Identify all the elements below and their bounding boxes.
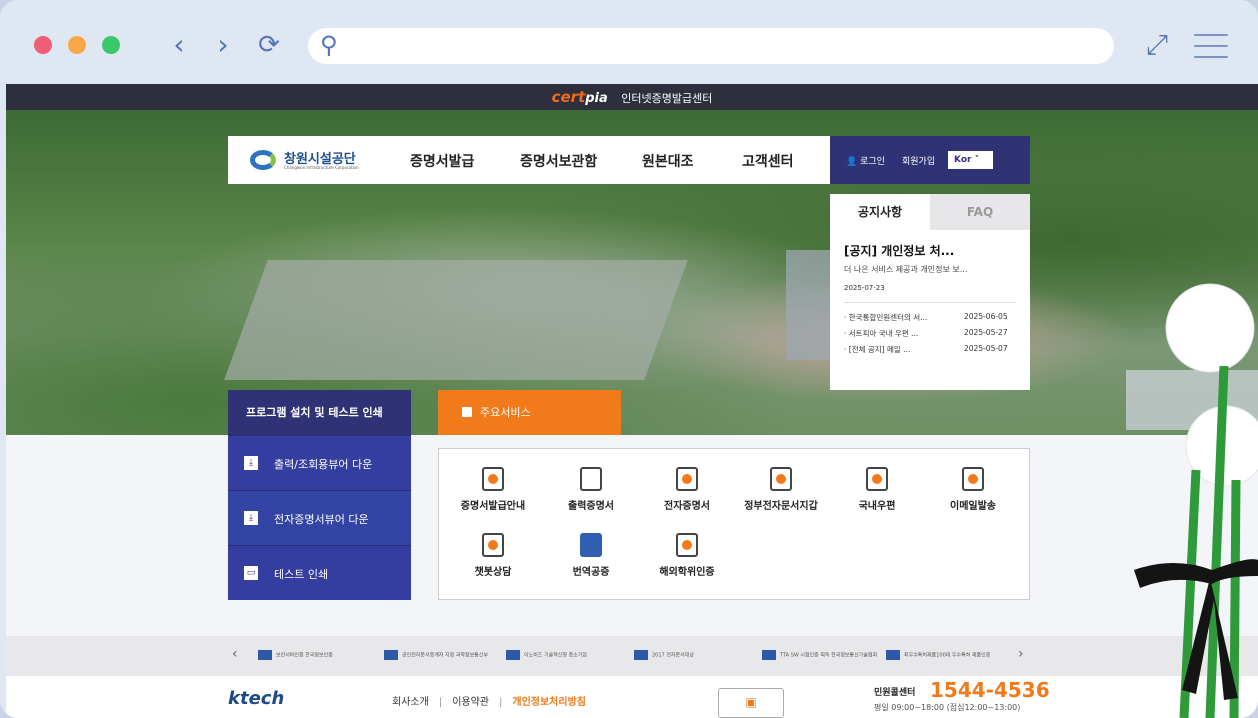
expand-icon[interactable]: ⤢ bbox=[1140, 28, 1174, 62]
translate-icon bbox=[580, 533, 602, 557]
partner-item: 이노비즈 기술혁신형 중소기업 bbox=[506, 650, 587, 660]
browser-window: ‹ › ⟳ ⚲ ⤢ certpia 인터넷증명발급센터 창원시설공단 Chang… bbox=[0, 0, 1258, 718]
service-issue-guide[interactable]: 증명서발급안내 bbox=[443, 467, 543, 512]
nav-item-issue[interactable]: 증명서발급 bbox=[410, 151, 474, 171]
call-center-hours: 평일 09:00~18:00 (점심12:00~13:00) bbox=[874, 703, 1021, 712]
printer-icon: ▭ bbox=[244, 566, 258, 580]
certpia-title: 인터넷증명발급센터 bbox=[621, 92, 713, 105]
forward-button[interactable]: › bbox=[206, 28, 240, 62]
search-icon: ⚲ bbox=[320, 31, 338, 59]
featured-notice-date: 2025-07-23 bbox=[844, 284, 885, 292]
user-menu: 👤 로그인 회원가입 Kor ˅ bbox=[830, 136, 1030, 184]
minimize-window-button[interactable] bbox=[68, 36, 86, 54]
browser-toolbar: ‹ › ⟳ ⚲ ⤢ bbox=[0, 0, 1258, 84]
envelope-icon bbox=[866, 467, 888, 491]
hamburger-menu-icon[interactable] bbox=[1194, 34, 1228, 58]
maximize-window-button[interactable] bbox=[102, 36, 120, 54]
address-bar[interactable]: ⚲ bbox=[308, 28, 1114, 64]
program-panel-title: 프로그램 설치 및 테스트 인쇄 bbox=[246, 406, 383, 419]
grid-icon bbox=[462, 407, 472, 417]
certpia-logo[interactable]: certpia bbox=[552, 88, 608, 106]
download-icon: ⤓ bbox=[244, 456, 258, 470]
join-link[interactable]: 회원가입 bbox=[902, 154, 935, 167]
download-icon: ⤓ bbox=[244, 511, 258, 525]
partner-item: TTA SW 시험인증 획득 한국정보통신기술협회 bbox=[762, 650, 877, 660]
chevron-left-icon[interactable]: ‹ bbox=[232, 646, 238, 662]
tab-faq[interactable]: FAQ bbox=[930, 194, 1030, 230]
main-services-tab[interactable]: 주요서비스 bbox=[438, 390, 621, 435]
partner-item: 보안서버인증 한국정보인증 bbox=[258, 650, 333, 660]
viewer-download-button[interactable]: ⤓ 출력/조회용뷰어 다운 bbox=[228, 435, 411, 490]
remote-support-icon[interactable]: ▣ bbox=[718, 688, 784, 718]
privacy-link[interactable]: 개인정보처리방침 bbox=[512, 697, 586, 708]
graduation-cap-icon bbox=[676, 533, 698, 557]
nav-item-support[interactable]: 고객센터 bbox=[742, 151, 794, 171]
nav-item-storage[interactable]: 증명서보관함 bbox=[520, 151, 597, 171]
web-page: certpia 인터넷증명발급센터 창원시설공단 Changwon Infras… bbox=[6, 84, 1258, 718]
service-domestic-mail[interactable]: 국내우편 bbox=[827, 467, 927, 512]
pdf-icon bbox=[676, 467, 698, 491]
service-printed-cert[interactable]: 출력증명서 bbox=[541, 467, 641, 512]
login-link[interactable]: 👤 로그인 bbox=[846, 154, 885, 167]
service-translation[interactable]: 번역공증 bbox=[541, 533, 641, 578]
notice-panel: 공지사항 FAQ [공지] 개인정보 처... 더 나은 서비스 제공과 개인정… bbox=[830, 194, 1030, 390]
notice-item[interactable]: · 한국통합민원센터의 서... 2025-06-05 bbox=[844, 312, 1024, 323]
org-logo[interactable]: 창원시설공단 Changwon Infrastructure Corporati… bbox=[250, 148, 390, 174]
back-button[interactable]: ‹ bbox=[162, 28, 196, 62]
document-icon bbox=[580, 467, 602, 491]
program-install-panel: 프로그램 설치 및 테스트 인쇄 ⤓ 출력/조회용뷰어 다운 ⤓ 전자증명서뷰어 다… bbox=[228, 390, 411, 600]
featured-notice-desc: 더 나은 서비스 제공과 개인정보 보... bbox=[844, 265, 968, 274]
org-logo-icon bbox=[250, 150, 276, 170]
footer: ktech 회사소개 | 이용약관 | 개인정보처리방침 ▣ 민원콜센터 1544-45… bbox=[6, 676, 1258, 718]
test-print-button[interactable]: ▭ 테스트 인쇄 bbox=[228, 545, 411, 600]
footer-links: 회사소개 | 이용약관 | 개인정보처리방침 bbox=[392, 697, 586, 708]
notice-item[interactable]: · 서트피아 국내 우편 ... 2025-05-27 bbox=[844, 328, 1024, 339]
service-degree-cert[interactable]: 해외학위인증 bbox=[637, 533, 737, 578]
call-center-phone: 1544-4536 bbox=[930, 678, 1050, 702]
email-at-icon bbox=[962, 467, 984, 491]
service-gov-wallet[interactable]: 정부전자문서지갑 bbox=[731, 467, 831, 512]
tab-notice[interactable]: 공지사항 bbox=[830, 194, 930, 230]
notice-item[interactable]: · [전체 공지] 메일 ... 2025-05-07 bbox=[844, 344, 1024, 355]
terms-link[interactable]: 이용약관 bbox=[452, 697, 489, 708]
chatbot-icon bbox=[482, 533, 504, 557]
ktech-logo[interactable]: ktech bbox=[228, 688, 284, 709]
service-chatbot[interactable]: 챗봇상담 bbox=[443, 533, 543, 578]
service-e-cert[interactable]: 전자증명서 bbox=[637, 467, 737, 512]
main-navigation: 창원시설공단 Changwon Infrastructure Corporati… bbox=[228, 136, 830, 184]
main-services-grid: 증명서발급안내 출력증명서 전자증명서 정부전자문서지갑 국내우편 이메일발송 … bbox=[438, 448, 1030, 600]
service-email[interactable]: 이메일발송 bbox=[923, 467, 1023, 512]
language-select[interactable]: Kor ˅ bbox=[948, 151, 993, 169]
partner-item: 공인전자문서중계자 지정 과학정보통신부 bbox=[384, 650, 488, 660]
close-window-button[interactable] bbox=[34, 36, 52, 54]
search-doc-icon bbox=[482, 467, 504, 491]
partner-item: 최우수특허제품100대 우수특허 제품인증 bbox=[886, 650, 990, 660]
reload-button[interactable]: ⟳ bbox=[252, 28, 286, 62]
white-chrysanthemum-ribbon-icon bbox=[1134, 283, 1258, 718]
chevron-right-icon[interactable]: › bbox=[1018, 646, 1024, 662]
featured-notice-title[interactable]: [공지] 개인정보 처... bbox=[844, 242, 954, 259]
e-cert-viewer-download-button[interactable]: ⤓ 전자증명서뷰어 다운 bbox=[228, 490, 411, 545]
partner-banner: ‹ 보안서버인증 한국정보인증 공인전자문서중계자 지정 과학정보통신부 이노비… bbox=[6, 636, 1258, 676]
pdf-icon bbox=[770, 467, 792, 491]
call-center-label: 민원콜센터 bbox=[874, 688, 916, 698]
nav-item-verify[interactable]: 원본대조 bbox=[642, 151, 694, 171]
company-link[interactable]: 회사소개 bbox=[392, 697, 429, 708]
certpia-header-bar: certpia 인터넷증명발급센터 bbox=[6, 84, 1258, 110]
partner-item: 2017 전자문서대상 bbox=[634, 650, 694, 660]
